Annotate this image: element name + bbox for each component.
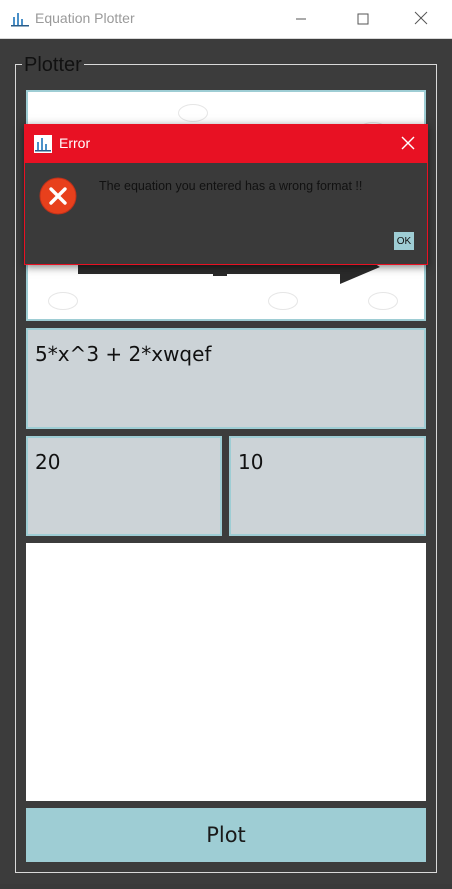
title-bar: Equation Plotter (0, 0, 452, 39)
chart-icon (34, 135, 52, 153)
maximize-button[interactable] (340, 0, 386, 38)
output-area (26, 543, 426, 801)
close-icon (401, 135, 415, 154)
plotter-legend: Plotter (22, 52, 84, 78)
equation-input[interactable]: 5*x^3 + 2*xwqef (26, 328, 426, 429)
min-x-input[interactable]: 20 (26, 436, 222, 536)
close-icon (414, 10, 428, 29)
dialog-title-bar: Error (25, 125, 427, 163)
chart-icon (11, 11, 29, 27)
error-message: The equation you entered has a wrong for… (99, 179, 363, 193)
error-icon (39, 177, 77, 215)
plot-button[interactable]: Plot (26, 808, 426, 862)
maximize-icon (357, 10, 369, 29)
app-window: Equation Plotter Plotter 5*x^3 + 2*xwqef… (0, 0, 452, 889)
window-title: Equation Plotter (35, 10, 135, 26)
minimize-button[interactable] (278, 0, 324, 38)
dialog-title: Error (59, 135, 91, 151)
window-bottom-edge (0, 884, 452, 889)
ok-button[interactable]: OK (394, 232, 414, 250)
max-x-input[interactable]: 10 (229, 436, 426, 536)
error-dialog: Error The equation you entered has a wro… (24, 124, 428, 265)
close-button[interactable] (398, 0, 444, 38)
dialog-close-button[interactable] (389, 125, 427, 163)
minimize-icon (295, 10, 307, 29)
